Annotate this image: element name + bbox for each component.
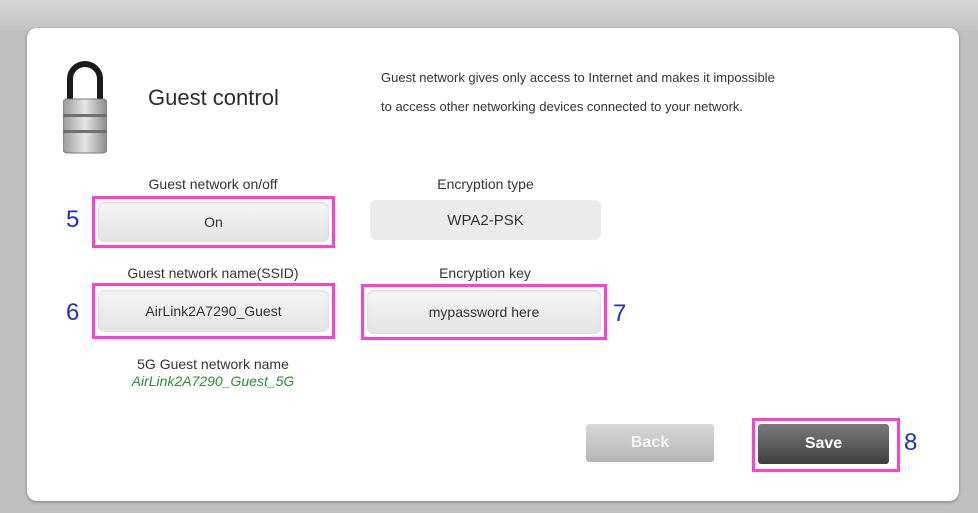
ssid-label: Guest network name(SSID) (127, 265, 299, 281)
annotation-5: 5 (66, 206, 80, 233)
description-line-1: Guest network gives only access to Inter… (381, 70, 775, 85)
lock-icon (63, 61, 107, 154)
encryption-key-label: Encryption key (439, 265, 531, 281)
page-title: Guest control (148, 85, 279, 110)
annotation-7: 7 (613, 300, 627, 327)
encryption-key-input[interactable]: mypassword here (367, 290, 601, 334)
annotation-8: 8 (904, 429, 918, 456)
encryption-type-label: Encryption type (437, 176, 534, 192)
encryption-type-value: WPA2-PSK (370, 200, 601, 240)
ssid-input[interactable]: AirLink2A7290_Guest (98, 290, 329, 332)
description-line-2: to access other networking devices conne… (381, 99, 744, 114)
top-bar (0, 0, 978, 30)
guest-network-toggle[interactable]: On (98, 202, 329, 242)
description: Guest network gives only access to Inter… (381, 63, 901, 121)
back-button[interactable]: Back (586, 424, 714, 462)
guest-5g-value: AirLink2A7290_Guest_5G (131, 373, 295, 389)
guest-network-label: Guest network on/off (148, 176, 278, 192)
guest-5g-label: 5G Guest network name (137, 356, 289, 372)
save-button[interactable]: Save (758, 424, 889, 464)
annotation-6: 6 (66, 299, 80, 326)
